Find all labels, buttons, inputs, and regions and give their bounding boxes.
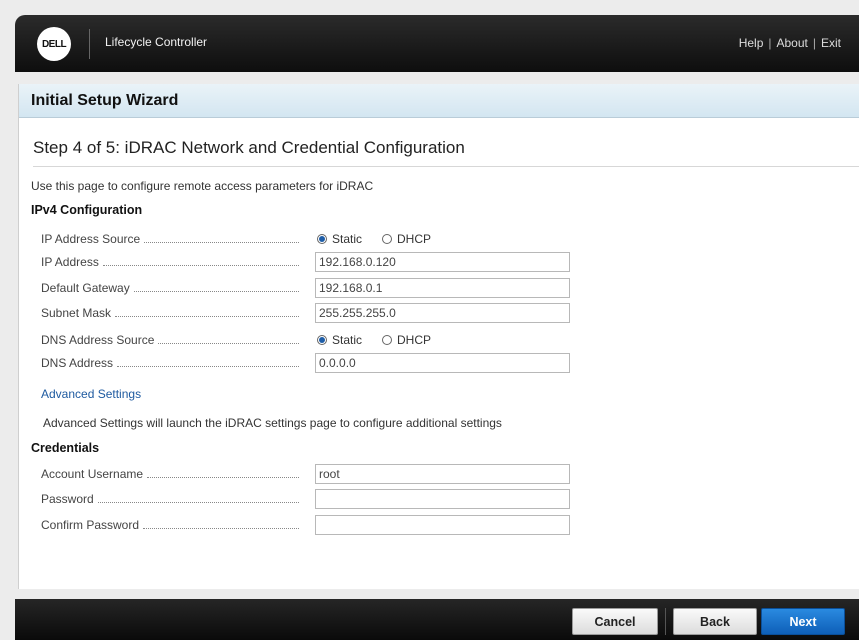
dns-source-static-radio[interactable]: Static — [317, 333, 362, 347]
default-gateway-label: Default Gateway — [41, 281, 299, 295]
subnet-mask-label: Subnet Mask — [41, 306, 299, 320]
dns-address-label: DNS Address — [41, 356, 299, 370]
leader-dots — [143, 527, 299, 529]
dns-address-row: DNS Address 0.0.0.0 — [41, 353, 801, 373]
ip-address-label: IP Address — [41, 255, 299, 269]
dns-address-input[interactable]: 0.0.0.0 — [315, 353, 570, 373]
wizard-header: Initial Setup Wizard — [19, 84, 859, 118]
radio-label: DHCP — [397, 232, 432, 246]
button-divider — [665, 608, 666, 635]
leader-dots — [158, 342, 299, 344]
radio-unselected-icon — [382, 335, 393, 345]
step-title: Step 4 of 5: iDRAC Network and Credentia… — [33, 138, 465, 157]
ip-address-source-radios: Static DHCP — [317, 232, 451, 246]
ip-source-static-radio[interactable]: Static — [317, 232, 362, 246]
logo-text: DELL — [41, 38, 67, 50]
radio-selected-icon — [317, 234, 327, 244]
account-username-input[interactable]: root — [315, 464, 570, 484]
label-text: IP Address — [41, 255, 99, 269]
confirm-password-input[interactable] — [315, 515, 570, 535]
confirm-password-label: Confirm Password — [41, 518, 299, 532]
ip-address-row: IP Address 192.168.0.120 — [41, 252, 801, 272]
advanced-settings-description: Advanced Settings will launch the iDRAC … — [43, 416, 502, 430]
label-text: DNS Address — [41, 356, 114, 370]
advanced-settings-link[interactable]: Advanced Settings — [41, 387, 141, 401]
dns-address-source-radios: Static DHCP — [317, 333, 451, 347]
leader-dots — [115, 315, 299, 317]
radio-selected-icon — [317, 335, 327, 345]
label-text: Subnet Mask — [41, 306, 112, 320]
dns-address-source-row: DNS Address Source Static DHCP — [41, 330, 801, 350]
cancel-button[interactable]: Cancel — [572, 608, 658, 635]
label-text: Confirm Password — [41, 518, 140, 532]
wizard-panel: Initial Setup Wizard Step 4 of 5: iDRAC … — [18, 84, 859, 589]
dell-logo: DELL — [37, 27, 71, 61]
exit-link[interactable]: Exit — [821, 36, 841, 50]
top-links: Help | About | Exit — [739, 36, 841, 50]
account-username-label: Account Username — [41, 467, 299, 481]
ip-address-input[interactable]: 192.168.0.120 — [315, 252, 570, 272]
back-button[interactable]: Back — [673, 608, 757, 635]
label-text: Account Username — [41, 467, 144, 481]
intro-text: Use this page to configure remote access… — [31, 179, 374, 193]
ipv4-heading: IPv4 Configuration — [31, 203, 143, 217]
leader-dots — [147, 476, 299, 478]
password-input[interactable] — [315, 489, 570, 509]
password-row: Password — [41, 489, 801, 509]
subnet-mask-input[interactable]: 255.255.255.0 — [315, 303, 570, 323]
confirm-password-row: Confirm Password — [41, 515, 801, 535]
logo-divider — [89, 29, 90, 59]
app-title: Lifecycle Controller — [105, 35, 208, 49]
dns-source-dhcp-radio[interactable]: DHCP — [382, 333, 431, 347]
leader-dots — [133, 290, 299, 292]
radio-label: Static — [332, 333, 363, 347]
label-text: Default Gateway — [41, 281, 130, 295]
leader-dots — [102, 264, 299, 266]
about-link[interactable]: About — [777, 36, 808, 50]
leader-dots — [144, 241, 299, 243]
default-gateway-row: Default Gateway 192.168.0.1 — [41, 278, 801, 298]
ip-address-source-label: IP Address Source — [41, 232, 299, 246]
help-link[interactable]: Help — [739, 36, 764, 50]
divider — [33, 166, 859, 167]
credentials-heading: Credentials — [31, 441, 100, 455]
radio-label: Static — [332, 232, 363, 246]
top-bar: DELL Lifecycle Controller Help | About | Exi… — [15, 15, 859, 72]
dns-address-source-label: DNS Address Source — [41, 333, 299, 347]
footer-bar: Cancel Back Next — [15, 599, 859, 640]
leader-dots — [117, 365, 299, 367]
radio-unselected-icon — [382, 234, 393, 244]
ip-source-dhcp-radio[interactable]: DHCP — [382, 232, 431, 246]
password-label: Password — [41, 492, 299, 506]
link-separator: | — [768, 36, 772, 50]
label-text: DNS Address Source — [41, 333, 155, 347]
link-separator: | — [812, 36, 816, 50]
default-gateway-input[interactable]: 192.168.0.1 — [315, 278, 570, 298]
label-text: Password — [41, 492, 94, 506]
leader-dots — [97, 501, 299, 503]
radio-label: DHCP — [397, 333, 432, 347]
label-text: IP Address Source — [41, 232, 141, 246]
account-username-row: Account Username root — [41, 464, 801, 484]
ip-address-source-row: IP Address Source Static DHCP — [41, 229, 801, 249]
subnet-mask-row: Subnet Mask 255.255.255.0 — [41, 303, 801, 323]
next-button[interactable]: Next — [761, 608, 845, 635]
